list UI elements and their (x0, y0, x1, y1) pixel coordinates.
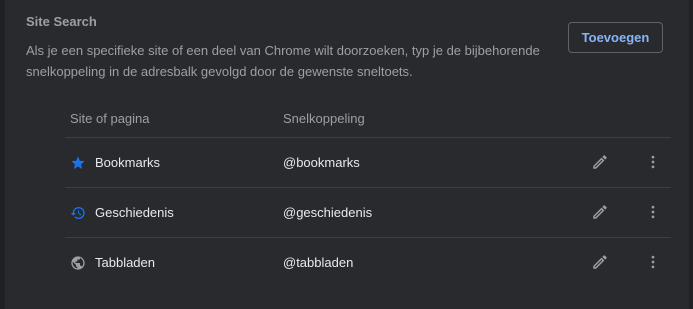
section-title: Site Search (26, 14, 97, 29)
row-shortcut: @bookmarks (283, 155, 360, 170)
section-description: Als je een specifieke site of een deel v… (26, 43, 540, 79)
row-site-label: Geschiedenis (95, 205, 174, 220)
more-options-button[interactable] (642, 152, 664, 174)
header-site: Site of pagina (70, 111, 150, 126)
table-row: Tabbladen @tabbladen (65, 238, 671, 287)
row-shortcut: @tabbladen (283, 255, 354, 270)
edit-button[interactable] (589, 252, 611, 274)
table-row: Bookmarks @bookmarks (65, 138, 671, 188)
add-button[interactable]: Toevoegen (568, 22, 663, 53)
more-options-button[interactable] (642, 252, 664, 274)
star-icon (70, 155, 86, 171)
row-site-label: Bookmarks (95, 155, 161, 170)
row-shortcut: @geschiedenis (283, 205, 373, 220)
more-vert-icon (644, 153, 662, 174)
more-vert-icon (644, 203, 662, 224)
history-icon (70, 205, 86, 221)
more-vert-icon (644, 253, 662, 274)
header-shortcut: Snelkoppeling (283, 111, 365, 126)
table-row: Geschiedenis @geschiedenis (65, 188, 671, 238)
edit-button[interactable] (589, 152, 611, 174)
pencil-icon (591, 253, 609, 274)
site-search-card: Site Search Als je een specifieke site o… (5, 0, 689, 309)
pencil-icon (591, 203, 609, 224)
more-options-button[interactable] (642, 202, 664, 224)
pencil-icon (591, 153, 609, 174)
edit-button[interactable] (589, 202, 611, 224)
row-site-label: Tabbladen (95, 255, 155, 270)
shortcuts-table: Site of pagina Snelkoppeling Bookmarks @… (65, 100, 671, 287)
globe-icon (70, 255, 86, 271)
table-header: Site of pagina Snelkoppeling (65, 100, 671, 138)
